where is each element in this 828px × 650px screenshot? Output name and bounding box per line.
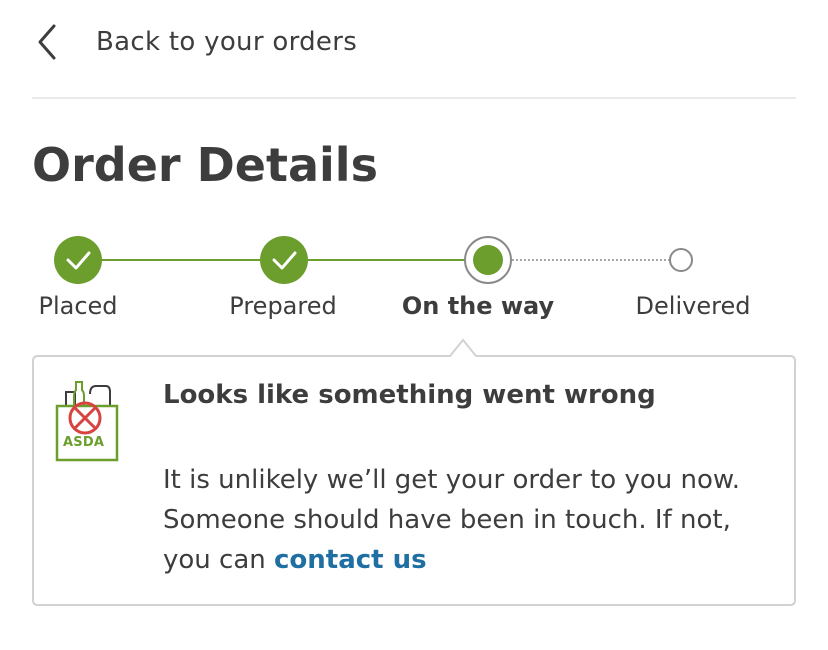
alert-body-prefix: you can <box>163 545 275 575</box>
step-placed-complete-icon <box>54 236 102 284</box>
header-divider <box>32 97 796 99</box>
alert-message: It is unlikely we’ll get your order to y… <box>163 460 783 580</box>
step-label-prepared: Prepared <box>229 292 337 320</box>
alert-body-line: Someone should have been in touch. If no… <box>163 505 731 535</box>
order-alert-card: ASDA Looks like something went wrong It … <box>32 338 796 608</box>
step-delivered-pending-icon <box>669 248 693 272</box>
alert-title: Looks like something went wrong <box>163 380 656 410</box>
alert-body-line: It is unlikely we’ll get your order to y… <box>163 465 741 495</box>
back-link-label: Back to your orders <box>96 27 358 57</box>
back-to-orders-link[interactable]: Back to your orders <box>32 16 357 68</box>
step-label-on-the-way: On the way <box>401 292 555 320</box>
step-label-placed: Placed <box>38 292 118 320</box>
contact-us-link[interactable]: contact us <box>274 545 427 575</box>
step-on-the-way-current-icon <box>464 236 512 284</box>
page-title: Order Details <box>32 138 378 192</box>
asda-bag-error-icon: ASDA <box>54 378 120 464</box>
step-label-delivered: Delivered <box>635 292 751 320</box>
step-prepared-complete-icon <box>260 236 308 284</box>
alert-body-line: you can contact us <box>163 540 783 580</box>
order-progress-tracker: Placed Prepared On the way Delivered <box>0 230 828 330</box>
asda-bag-text: ASDA <box>63 435 105 450</box>
chevron-left-icon <box>32 22 62 62</box>
